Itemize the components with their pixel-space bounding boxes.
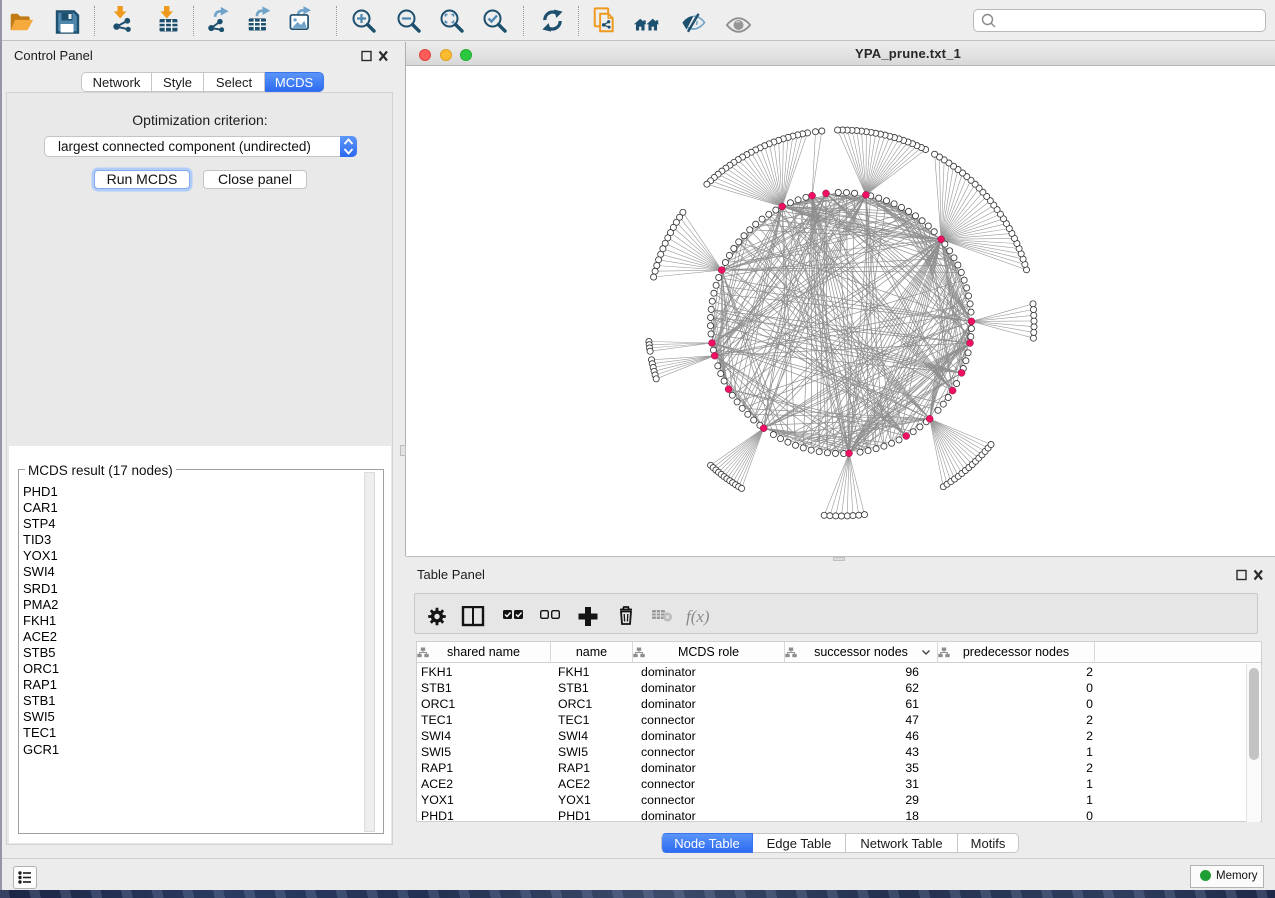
svg-text:f(x): f(x)	[686, 607, 710, 626]
